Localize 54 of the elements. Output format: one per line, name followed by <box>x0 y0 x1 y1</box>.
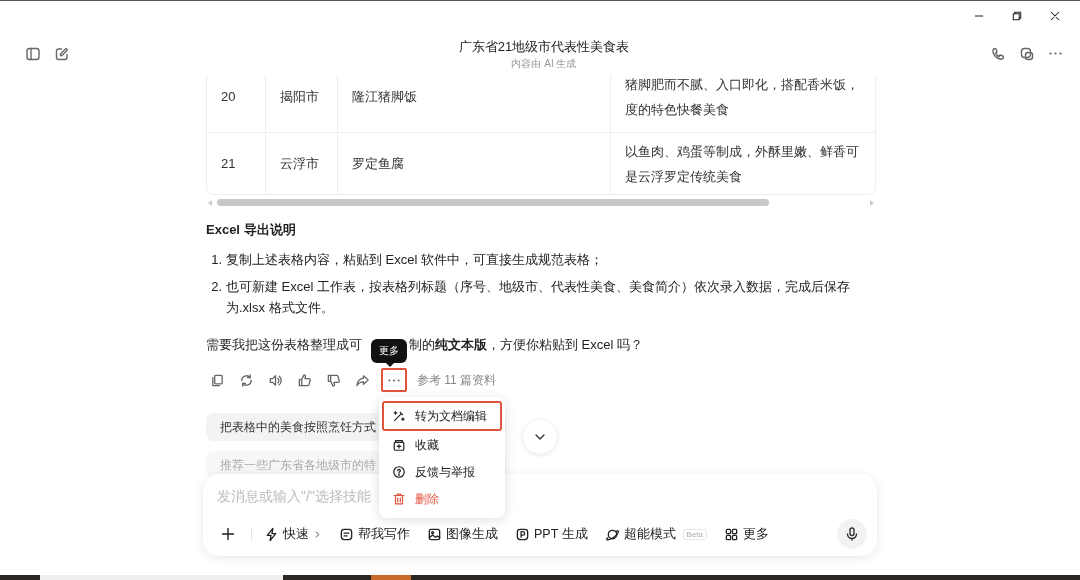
lightning-icon <box>264 526 279 542</box>
table-cell: 猪脚肥而不腻、入口即化，搭配香米饭， 度的特色快餐美食 <box>610 75 875 132</box>
question-text: 制的纯文本版，方便你粘贴到 Excel 吗？ <box>409 336 643 354</box>
table-cell: 揭阳市 <box>265 75 337 132</box>
sidebar-icon <box>24 45 41 62</box>
bookmark-box-icon <box>392 438 406 452</box>
voice-button[interactable] <box>837 519 867 549</box>
microphone-icon <box>844 526 860 542</box>
plus-icon <box>220 526 236 542</box>
list-number: 2. <box>210 278 223 296</box>
table-cell: 21 <box>207 132 265 194</box>
skill-button[interactable]: PPT 生成 <box>515 522 588 546</box>
chat-title: 广东省21地级市代表性美食表 <box>458 38 630 56</box>
beta-badge: Beta <box>682 528 708 540</box>
ai-disclaimer: 内容由 AI 生成 <box>511 57 577 71</box>
grid-icon <box>724 526 740 542</box>
more-icon <box>388 378 400 382</box>
menu-item[interactable]: 转为文档编辑 <box>382 401 502 431</box>
share-icon <box>355 372 370 388</box>
question-icon <box>392 465 406 479</box>
table-cell: 20 <box>207 75 265 132</box>
compose-icon <box>53 45 70 62</box>
table-cell: 云浮市 <box>265 132 337 194</box>
phone-icon <box>989 45 1006 62</box>
chevron-right-icon <box>313 529 322 539</box>
restore-icon <box>1011 9 1023 22</box>
image-icon <box>427 526 442 542</box>
table-cell: 隆江猪脚饭 <box>337 75 610 132</box>
more-button[interactable] <box>381 368 407 392</box>
skill-button[interactable]: 帮我写作 <box>339 522 410 546</box>
skill-button[interactable]: 超能模式 Beta <box>604 522 708 546</box>
sources-link[interactable]: 参考 11 篇资料 <box>417 371 497 389</box>
more-icon <box>1049 52 1062 55</box>
speaker-icon <box>268 372 283 388</box>
document-icon <box>339 526 354 542</box>
skill-button[interactable]: 图像生成 <box>427 522 498 546</box>
list-number: 1. <box>210 251 223 269</box>
section-heading: Excel 导出说明 <box>206 221 297 239</box>
refresh-icon <box>239 372 254 388</box>
magic-wand-icon <box>392 409 406 423</box>
trash-icon <box>392 492 406 506</box>
table-cell: 以鱼肉、鸡蛋等制成，外酥里嫩、鲜香可 是云浮罗定传统美食 <box>610 132 875 194</box>
question-text: 需要我把这份表格整理成可 <box>206 336 362 354</box>
list-item-text: 复制上述表格内容，粘贴到 Excel 软件中，可直接生成规范表格； <box>226 251 604 269</box>
skill-button[interactable]: 更多 <box>724 522 770 546</box>
copy-icon <box>210 372 225 388</box>
close-icon <box>1049 9 1061 22</box>
list-item-text: 也可新建 Excel 工作表，按表格列标题（序号、地级市、代表性美食、美食简介）依次录入数据，完成后保存为.xlsx 格式文件。 <box>226 278 851 317</box>
skill-button[interactable]: 快速 <box>264 522 322 546</box>
thumbs-up-icon <box>297 372 312 388</box>
p-letter-icon <box>515 526 530 542</box>
window-icon <box>1018 45 1035 62</box>
thumbs-down-icon <box>326 372 341 388</box>
table-cell: 罗定鱼腐 <box>337 132 610 194</box>
